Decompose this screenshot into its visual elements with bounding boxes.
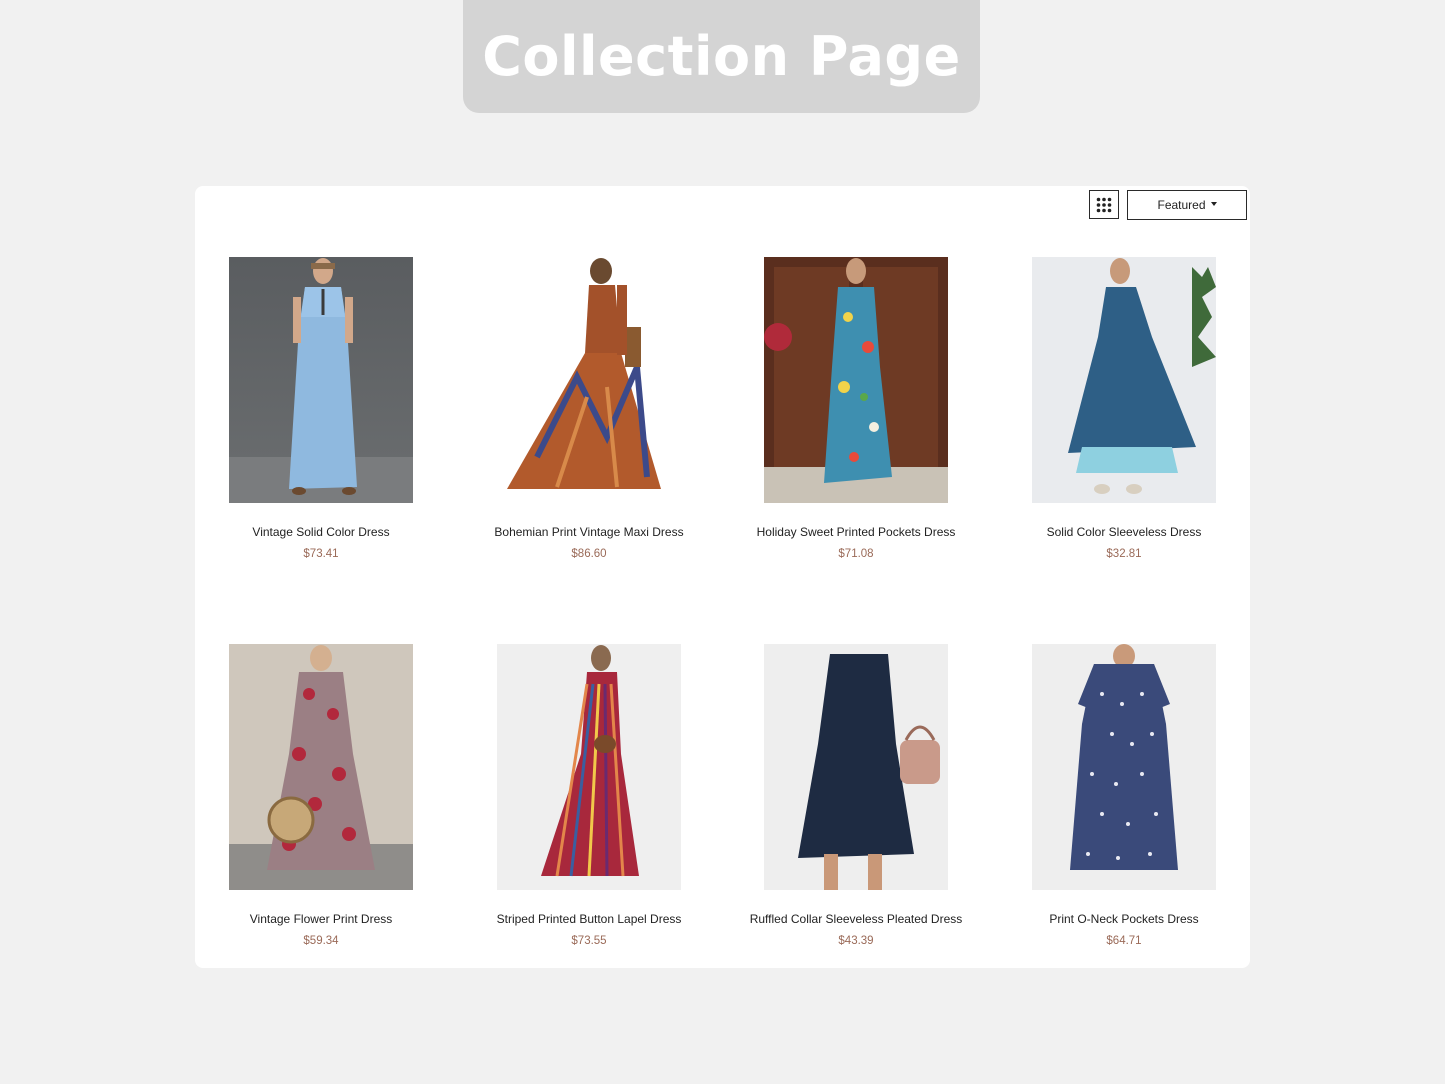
- product-name[interactable]: Holiday Sweet Printed Pockets Dress: [722, 525, 990, 539]
- product-card[interactable]: Vintage Flower Print Dress $59.34: [187, 644, 455, 948]
- page-banner: Collection Page: [463, 0, 980, 113]
- product-price: $73.41: [303, 548, 339, 560]
- caret-down-icon: [1210, 202, 1217, 206]
- grid-view-button[interactable]: [1089, 190, 1119, 219]
- product-price: $64.71: [1106, 935, 1142, 947]
- product-price: $86.60: [571, 548, 607, 560]
- product-image[interactable]: [497, 257, 681, 503]
- product-name[interactable]: Ruffled Collar Sleeveless Pleated Dress: [722, 912, 990, 926]
- product-price: $32.81: [1106, 548, 1142, 560]
- product-price: $43.39: [838, 935, 874, 947]
- product-price: $59.34: [303, 935, 339, 947]
- sort-label: Featured: [1157, 198, 1206, 212]
- product-card[interactable]: Bohemian Print Vintage Maxi Dress $86.60: [455, 257, 723, 561]
- product-image[interactable]: [229, 257, 413, 503]
- collection-panel: Featured Vintage Solid Color Dress $73.4…: [195, 186, 1250, 968]
- product-price: $71.08: [838, 548, 874, 560]
- product-image[interactable]: [1032, 257, 1216, 503]
- product-image[interactable]: [764, 257, 948, 503]
- product-card[interactable]: Vintage Solid Color Dress $73.41: [187, 257, 455, 561]
- product-price: $73.55: [571, 935, 607, 947]
- product-card[interactable]: Ruffled Collar Sleeveless Pleated Dress …: [722, 644, 990, 948]
- product-card[interactable]: Striped Printed Button Lapel Dress $73.5…: [455, 644, 723, 948]
- product-name[interactable]: Vintage Flower Print Dress: [187, 912, 455, 926]
- product-name[interactable]: Vintage Solid Color Dress: [187, 525, 455, 539]
- product-card[interactable]: Solid Color Sleeveless Dress $32.81: [990, 257, 1258, 561]
- product-image[interactable]: [764, 644, 948, 890]
- product-name[interactable]: Print O-Neck Pockets Dress: [990, 912, 1258, 926]
- page-title: Collection Page: [482, 25, 961, 88]
- product-image[interactable]: [1032, 644, 1216, 890]
- product-name[interactable]: Solid Color Sleeveless Dress: [990, 525, 1258, 539]
- product-name[interactable]: Striped Printed Button Lapel Dress: [455, 912, 723, 926]
- product-image[interactable]: [497, 644, 681, 890]
- grid-view-icon: [1096, 197, 1112, 212]
- product-card[interactable]: Holiday Sweet Printed Pockets Dress $71.…: [722, 257, 990, 561]
- sort-dropdown[interactable]: Featured: [1127, 190, 1247, 220]
- product-image[interactable]: [229, 644, 413, 890]
- product-name[interactable]: Bohemian Print Vintage Maxi Dress: [455, 525, 723, 539]
- product-card[interactable]: Print O-Neck Pockets Dress $64.71: [990, 644, 1258, 948]
